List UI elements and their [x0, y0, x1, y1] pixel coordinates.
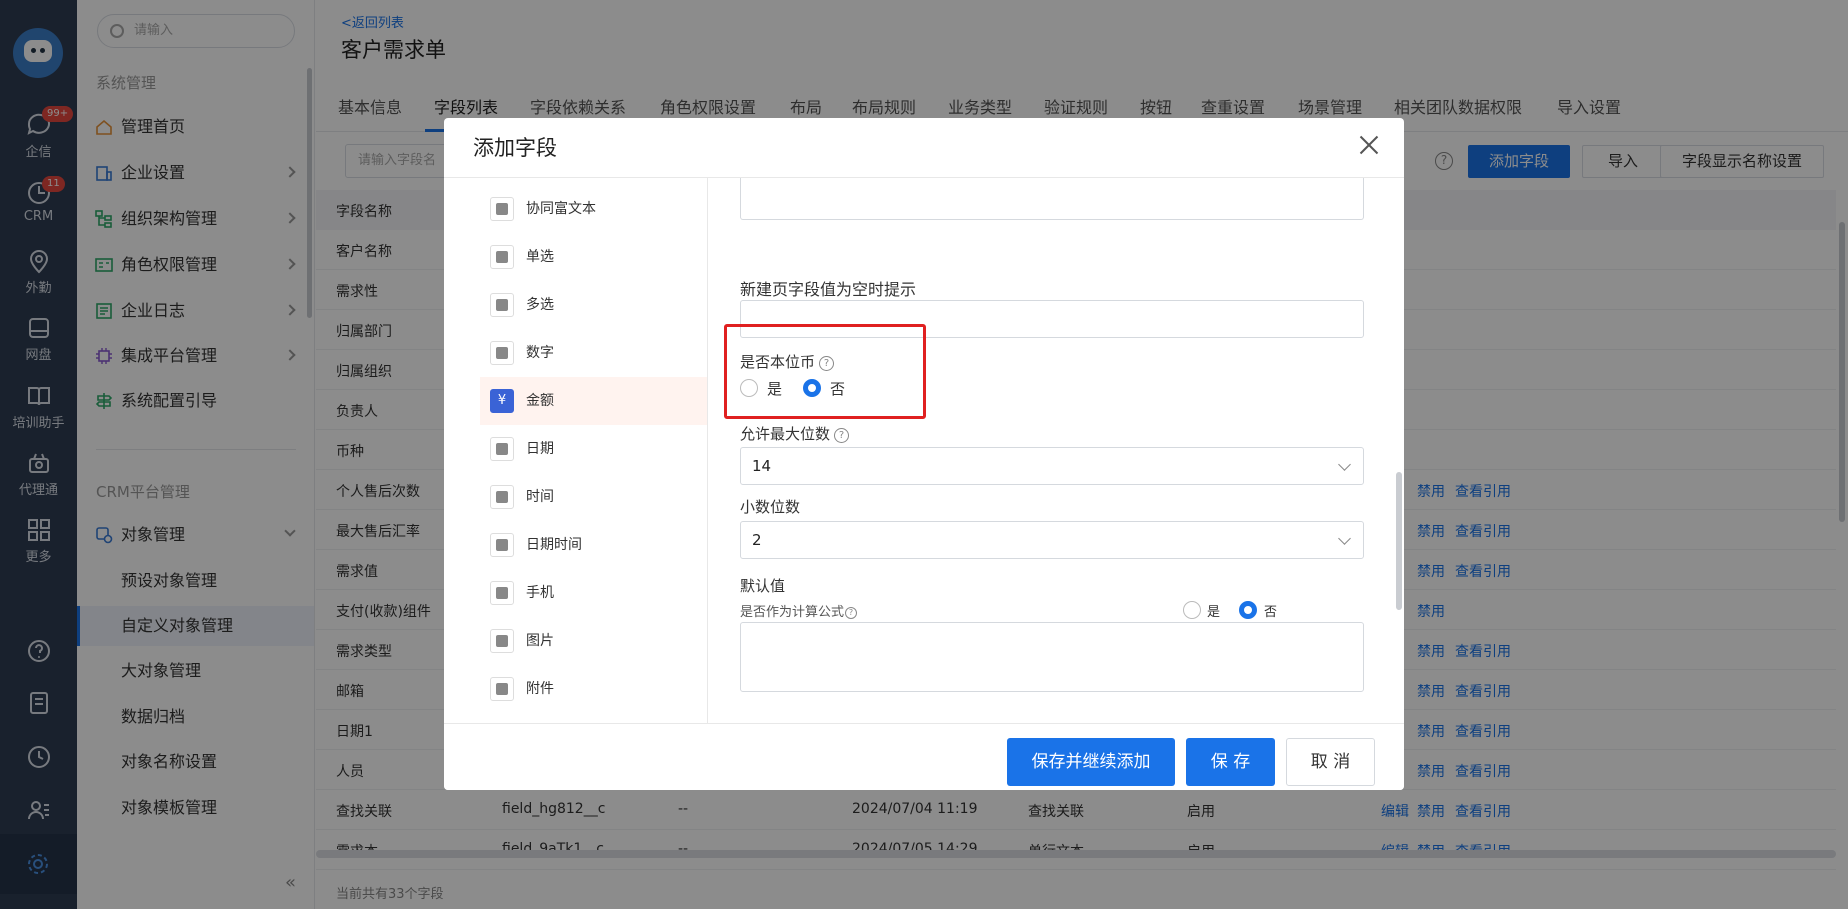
field-type-label: 图片	[526, 633, 554, 649]
dialog-header: 添加字段	[444, 118, 1404, 178]
field-type-label: 附件	[526, 681, 554, 697]
field-type-label: 单选	[526, 249, 554, 265]
formula-no-radio[interactable]	[1239, 601, 1257, 619]
default-value-textarea[interactable]	[740, 622, 1364, 692]
field-type-icon	[490, 293, 514, 317]
formula-no-label: 否	[1264, 605, 1278, 620]
field-type-label: 日期时间	[526, 537, 582, 553]
close-icon[interactable]	[1356, 132, 1382, 158]
field-type-icon	[490, 197, 514, 221]
max-digits-value: 14	[752, 457, 772, 475]
field-type-label: 日期	[526, 441, 554, 457]
add-field-dialog: 添加字段 协同富文本 单选 多选 数字 ¥ 金额 日期 时间 日期时间 手机 图片 附件 新建页字段值…	[444, 118, 1404, 790]
field-type-icon	[490, 533, 514, 557]
decimal-places-select[interactable]: 2	[740, 521, 1364, 559]
empty-hint-label: 新建页字段值为空时提示	[740, 280, 917, 299]
max-digits-select[interactable]: 14	[740, 447, 1364, 485]
field-type-item[interactable]: 数字	[480, 329, 707, 377]
field-type-label: 时间	[526, 489, 554, 505]
help-icon[interactable]: ?	[845, 607, 858, 619]
field-type-icon	[490, 341, 514, 365]
field-type-item[interactable]: 图片	[480, 617, 707, 665]
field-type-icon	[490, 629, 514, 653]
dialog-title: 添加字段	[473, 136, 557, 160]
field-type-icon	[490, 485, 514, 509]
field-type-icon: ¥	[490, 389, 514, 413]
field-type-label: 协同富文本	[526, 201, 596, 217]
field-type-item[interactable]: ¥ 金额	[480, 377, 707, 425]
max-digits-text: 允许最大位数	[740, 425, 831, 443]
field-type-label: 数字	[526, 345, 554, 361]
save-and-continue-button[interactable]: 保存并继续添加	[1007, 738, 1175, 786]
field-type-item[interactable]: 手机	[480, 569, 707, 617]
field-type-item[interactable]: 日期时间	[480, 521, 707, 569]
form-scrollbar[interactable]	[1396, 472, 1402, 610]
previous-textarea[interactable]	[740, 178, 1364, 220]
field-type-item[interactable]: 多选	[480, 281, 707, 329]
chevron-down-icon	[1338, 532, 1351, 545]
field-type-label: 手机	[526, 585, 554, 601]
formula-yes-radio[interactable]	[1183, 601, 1201, 619]
decimal-places-value: 2	[752, 531, 762, 549]
field-type-icon	[490, 677, 514, 701]
field-type-icon	[490, 245, 514, 269]
field-type-item[interactable]: 日期	[480, 425, 707, 473]
field-type-item[interactable]: 协同富文本	[480, 185, 707, 233]
max-digits-label: 允许最大位数?	[740, 423, 850, 444]
highlight-box	[724, 324, 926, 419]
dialog-footer: 保存并继续添加 保 存 取 消	[444, 723, 1404, 790]
formula-text: 是否作为计算公式	[740, 605, 845, 620]
field-type-label: 多选	[526, 297, 554, 313]
field-type-item[interactable]: 单选	[480, 233, 707, 281]
default-value-label: 默认值	[740, 577, 786, 595]
formula-yes-label: 是	[1207, 605, 1221, 620]
field-type-icon	[490, 581, 514, 605]
field-type-icon	[490, 437, 514, 461]
field-type-label: 金额	[526, 393, 554, 409]
field-config-form: 新建页字段值为空时提示 是否本位币? 是 否 允许最大位数? 14 小数位数 2…	[709, 178, 1404, 723]
decimal-places-label: 小数位数	[740, 498, 801, 516]
chevron-down-icon	[1338, 458, 1351, 471]
save-button[interactable]: 保 存	[1186, 738, 1275, 786]
formula-label: 是否作为计算公式?	[740, 601, 858, 620]
field-type-item[interactable]: 时间	[480, 473, 707, 521]
field-type-list: 协同富文本 单选 多选 数字 ¥ 金额 日期 时间 日期时间 手机 图片 附件	[444, 178, 708, 723]
cancel-button[interactable]: 取 消	[1286, 738, 1375, 786]
field-type-item[interactable]: 附件	[480, 665, 707, 713]
help-icon[interactable]: ?	[834, 428, 850, 443]
